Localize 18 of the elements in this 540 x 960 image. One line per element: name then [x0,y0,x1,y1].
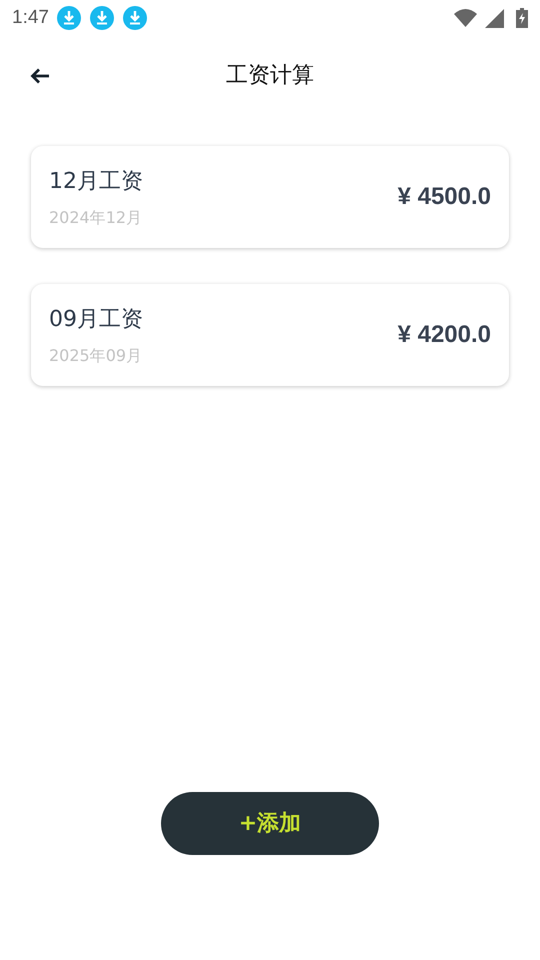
signal-icon [485,8,504,28]
salary-card[interactable]: 09月工资 2025年09月 ¥ 4200.0 [31,284,509,386]
back-arrow-icon [30,68,50,84]
add-button[interactable]: +添加 [161,792,379,855]
salary-title: 09月工资 [49,306,143,334]
salary-amount: ¥ 4500.0 [398,182,491,212]
salary-amount: ¥ 4200.0 [398,320,491,350]
salary-date: 2025年09月 [49,344,143,366]
wifi-icon [454,9,477,27]
download-notification-icon [90,6,114,30]
salary-date: 2024年12月 [49,206,143,228]
page-title: 工资计算 [226,62,314,90]
download-notification-icon [122,6,147,30]
status-time: 1:47 [12,6,49,30]
salary-card[interactable]: 12月工资 2024年12月 ¥ 4500.0 [31,146,509,248]
battery-icon [516,8,528,28]
download-notification-icon [56,6,81,30]
salary-title: 12月工资 [49,168,143,196]
